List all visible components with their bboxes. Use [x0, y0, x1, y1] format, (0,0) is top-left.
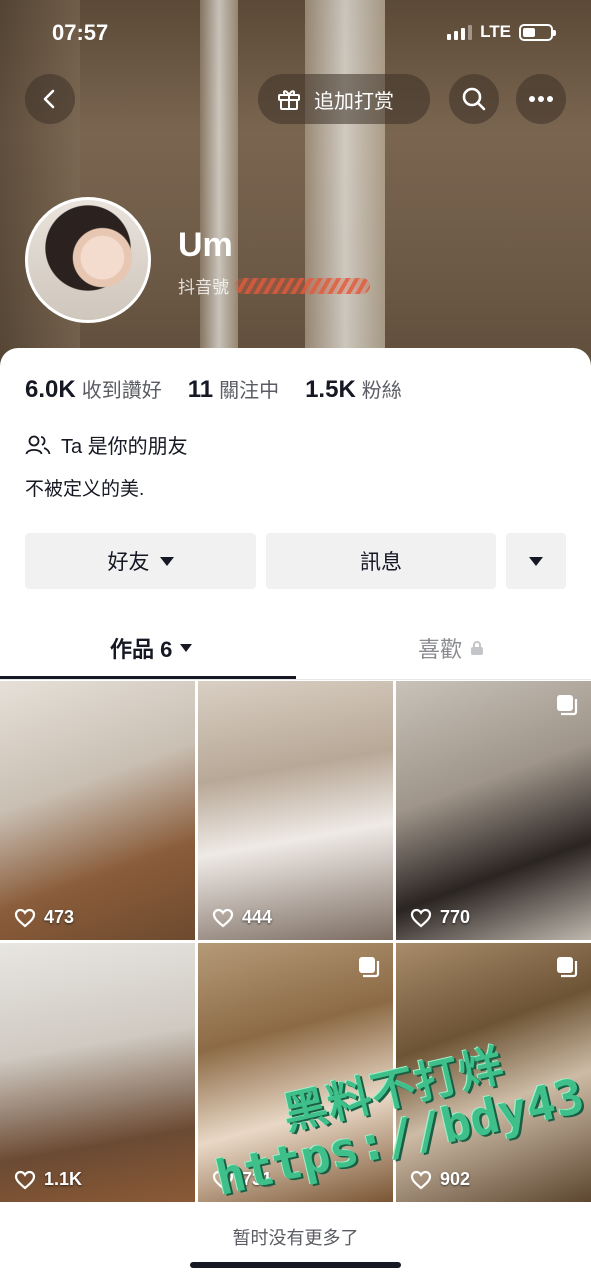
home-indicator[interactable] — [190, 1262, 401, 1268]
video-like-count: 770 — [410, 907, 470, 928]
multi-photo-icon — [557, 957, 578, 978]
likes-stat[interactable]: 6.0K 收到讚好 — [25, 374, 162, 404]
no-more-content-text: 暂时没有更多了 — [232, 1228, 359, 1248]
like-count-value: 473 — [44, 907, 75, 927]
video-thumbnail[interactable]: 473 — [0, 681, 195, 940]
friends-icon — [25, 435, 51, 454]
video-cover-image — [198, 943, 393, 1202]
heart-icon — [410, 1170, 432, 1189]
friend-button[interactable]: 好友 — [25, 533, 256, 589]
avatar[interactable] — [25, 197, 151, 323]
douyin-id[interactable]: 抖音號 — [178, 273, 370, 298]
video-thumbnail[interactable]: 1.1K — [0, 943, 195, 1202]
caret-down-icon — [529, 556, 543, 566]
video-cover-image — [198, 681, 393, 940]
video-cover-image — [0, 681, 195, 940]
lock-icon — [471, 641, 484, 655]
video-cover-image — [0, 943, 195, 1202]
background-photo-curtain — [200, 0, 238, 380]
more-dots-icon — [529, 96, 553, 102]
video-like-count: 444 — [212, 907, 272, 928]
video-thumbnail[interactable]: 731 — [198, 943, 393, 1202]
following-count: 11 — [187, 376, 214, 403]
tab-works-label: 作品 6 — [110, 637, 173, 662]
douyin-id-label: 抖音號 — [178, 278, 229, 297]
followers-count: 1.5K — [305, 376, 356, 403]
heart-icon — [14, 1170, 36, 1189]
chevron-left-icon — [43, 89, 55, 109]
caret-down-icon — [180, 644, 193, 652]
video-like-count: 473 — [14, 907, 74, 928]
video-like-count: 731 — [212, 1169, 272, 1190]
friend-button-label: 好友 — [107, 551, 150, 574]
following-label: 關注中 — [219, 380, 280, 402]
video-cover-image — [396, 681, 591, 940]
tab-divider — [0, 679, 591, 680]
video-thumbnail[interactable]: 444 — [198, 681, 393, 940]
add-tip-button[interactable]: 追加打赏 — [258, 74, 430, 124]
video-like-count: 902 — [410, 1169, 470, 1190]
likes-label: 收到讚好 — [81, 380, 162, 402]
profile-name: Um — [178, 226, 233, 264]
followers-stat[interactable]: 1.5K 粉絲 — [305, 374, 402, 404]
tab-works[interactable]: 作品 6 — [110, 632, 193, 664]
friend-status: Ta 是你的朋友 — [25, 430, 188, 459]
likes-count: 6.0K — [25, 376, 76, 403]
like-count-value: 902 — [440, 1169, 471, 1189]
tab-likes[interactable]: 喜歡 — [418, 632, 484, 664]
video-like-count: 1.1K — [14, 1169, 82, 1190]
heart-icon — [14, 908, 36, 927]
search-icon — [462, 87, 486, 111]
gift-icon — [278, 90, 300, 110]
status-time: 07:57 — [52, 20, 109, 45]
like-count-value: 1.1K — [44, 1169, 83, 1189]
more-options-button[interactable] — [516, 74, 566, 124]
signal-icon — [447, 24, 473, 40]
like-count-value: 731 — [242, 1169, 273, 1189]
heart-icon — [212, 1170, 234, 1189]
tab-likes-label: 喜歡 — [418, 637, 463, 662]
video-cover-image — [396, 943, 591, 1202]
message-button[interactable]: 訊息 — [266, 533, 496, 589]
multi-photo-icon — [557, 695, 578, 716]
profile-stats: 6.0K 收到讚好 11 關注中 1.5K 粉絲 — [25, 374, 428, 404]
caret-down-icon — [159, 556, 174, 566]
battery-icon — [519, 23, 556, 41]
redacted-id-scribble — [235, 277, 370, 294]
profile-bio: 不被定义的美. — [25, 479, 145, 500]
profile-header-background — [0, 0, 591, 380]
network-label: LTE — [480, 22, 511, 41]
status-indicators: LTE — [447, 22, 556, 42]
suggestions-toggle-button[interactable] — [506, 533, 566, 589]
video-thumbnail[interactable]: 902 — [396, 943, 591, 1202]
background-photo-curtain-right — [305, 0, 385, 380]
search-button[interactable] — [449, 74, 499, 124]
following-stat[interactable]: 11 關注中 — [188, 374, 279, 404]
video-thumbnail[interactable]: 770 — [396, 681, 591, 940]
like-count-value: 444 — [242, 907, 273, 927]
heart-icon — [212, 908, 234, 927]
like-count-value: 770 — [440, 907, 471, 927]
background-photo-left — [0, 0, 80, 380]
friend-status-text: Ta 是你的朋友 — [61, 436, 188, 458]
followers-label: 粉絲 — [361, 380, 402, 402]
back-button[interactable] — [25, 74, 75, 124]
heart-icon — [410, 908, 432, 927]
multi-photo-icon — [359, 957, 380, 978]
add-tip-label: 追加打赏 — [314, 90, 394, 113]
message-button-label: 訊息 — [360, 551, 402, 574]
